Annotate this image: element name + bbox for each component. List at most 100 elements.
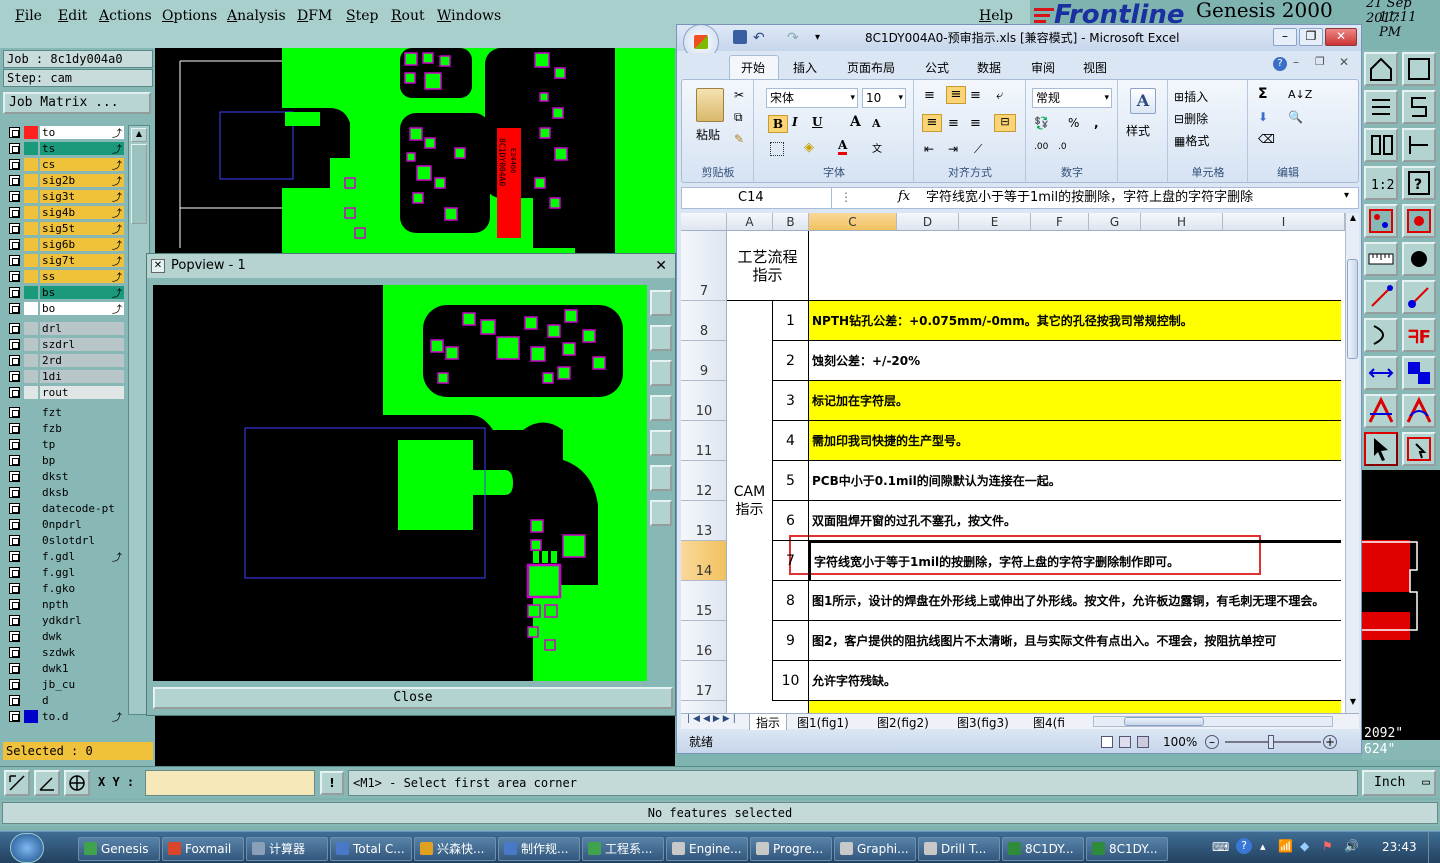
layer-color-swatch[interactable] — [24, 126, 38, 139]
layer-row-ts[interactable]: ts ⤴ — [6, 141, 126, 156]
phonetic-icon[interactable]: 文 — [872, 140, 882, 155]
increase-decimal-icon[interactable]: .00 — [1034, 142, 1048, 152]
menu-options[interactable]: Options — [162, 8, 217, 24]
orientation-icon[interactable]: ⟋ — [974, 142, 982, 157]
layer-row-fzt[interactable]: fzt — [6, 405, 126, 420]
layer-name[interactable]: f.ggl — [40, 566, 124, 579]
layer-color-swatch[interactable] — [24, 422, 38, 435]
layer-checkbox[interactable] — [9, 207, 20, 218]
ruler-icon[interactable] — [1364, 242, 1398, 276]
layer-checkbox[interactable] — [9, 191, 20, 202]
taskbar-button[interactable]: Engine... — [666, 837, 748, 861]
layer-checkbox[interactable] — [9, 647, 20, 658]
taskbar-button[interactable]: 制作规... — [498, 837, 580, 861]
layer-color-swatch[interactable] — [24, 338, 38, 351]
layer-color-swatch[interactable] — [24, 518, 38, 531]
layer-row-bs[interactable]: bs ⤴ — [6, 285, 126, 300]
tray-network-icon[interactable]: 📶 — [1278, 839, 1293, 853]
tab-home[interactable]: 开始 — [741, 59, 765, 76]
menu-actions[interactable]: Actions — [99, 8, 152, 24]
styles-icon[interactable]: A — [1130, 88, 1156, 114]
snap-select-icon[interactable] — [1402, 432, 1436, 466]
layer-name[interactable]: 0npdrl — [40, 518, 124, 531]
layer-name[interactable]: d — [40, 694, 124, 707]
select-all-corner[interactable] — [681, 213, 727, 231]
layer-color-swatch[interactable] — [24, 222, 38, 235]
row-header[interactable]: 16 — [681, 621, 727, 661]
restore-icon[interactable]: ❐ — [1299, 28, 1323, 46]
font-size-select[interactable]: 10 ▾ — [862, 88, 906, 108]
taskbar-button[interactable]: Total C... — [330, 837, 412, 861]
formula-input[interactable]: 字符线宽小于等于1mil的按删除，字符上盘的字符字删除 — [926, 188, 1342, 208]
name-box[interactable]: C14 — [682, 188, 832, 208]
tray-volume-icon[interactable]: 🔊 — [1344, 839, 1359, 853]
italic-icon[interactable]: I — [792, 115, 798, 129]
align-right-icon[interactable]: ≡ — [970, 116, 981, 131]
instruction-cell[interactable]: 图1所示，设计的焊盘在外形线上或伸出了外形线。按文件，允许板边露铜，有毛刺无理不… — [809, 581, 1341, 621]
row-header[interactable]: 11 — [681, 421, 727, 461]
item-number-cell[interactable]: 10 — [773, 661, 809, 701]
copy-feature-icon[interactable] — [1402, 356, 1436, 390]
column-header-i[interactable]: I — [1223, 213, 1345, 231]
undo-icon[interactable]: ↶ — [753, 25, 765, 51]
unit-select[interactable]: Inch ▭ — [1362, 770, 1436, 796]
layer-name[interactable]: datecode-pt — [40, 502, 124, 515]
zoom-in-icon[interactable]: + — [1323, 735, 1337, 749]
save-icon[interactable] — [733, 30, 747, 44]
layer-color-swatch[interactable] — [24, 470, 38, 483]
zoom-in-icon[interactable] — [650, 290, 672, 316]
layer-row-cs[interactable]: cs ⤴ — [6, 157, 126, 172]
normal-view-icon[interactable] — [1101, 736, 1113, 748]
taskbar-button[interactable]: 计算器 — [246, 837, 328, 861]
layer-color-swatch[interactable] — [24, 190, 38, 203]
ribbon-close-icon[interactable]: ✕ — [1339, 55, 1349, 69]
insert-cells-button[interactable]: ⊞插入 — [1174, 88, 1208, 105]
layer-checkbox[interactable] — [9, 271, 20, 282]
minimize-icon[interactable]: – — [1273, 28, 1297, 46]
horizontal-scroll-thumb[interactable] — [1124, 717, 1204, 726]
layer-row-dksb[interactable]: dksb — [6, 485, 126, 500]
row-header[interactable]: 18 — [681, 701, 727, 713]
layer-checkbox[interactable] — [9, 695, 20, 706]
paste-icon[interactable] — [696, 88, 724, 122]
layer-name[interactable]: szdrl — [40, 338, 124, 351]
layer-row-ydkdrl[interactable]: ydkdrl — [6, 613, 126, 628]
arc-tool-icon[interactable] — [1364, 318, 1398, 352]
layer-checkbox[interactable] — [9, 371, 20, 382]
surface-tool-icon[interactable] — [1364, 394, 1398, 428]
layer-checkbox[interactable] — [9, 239, 20, 250]
column-header-d[interactable]: D — [897, 213, 959, 231]
layer-row-f-ggl[interactable]: f.ggl — [6, 565, 126, 580]
layer-name[interactable]: tp — [40, 438, 124, 451]
polygon-tool-icon[interactable] — [1402, 394, 1436, 428]
fill-icon[interactable]: ⬇ — [1258, 110, 1268, 124]
zoom-out-icon[interactable] — [650, 325, 672, 351]
show-desktop-button[interactable] — [1428, 832, 1440, 863]
cut-icon[interactable]: ✂ — [734, 88, 744, 102]
alert-icon[interactable]: ! — [320, 771, 344, 795]
layer-checkbox[interactable] — [9, 679, 20, 690]
clear-icon[interactable]: ⌫ — [1258, 132, 1275, 146]
item-number-cell[interactable]: 4 — [773, 421, 809, 461]
layer-color-swatch[interactable] — [24, 238, 38, 251]
help-icon[interactable]: ? — [1273, 57, 1287, 71]
instruction-cell[interactable]: 允许字符残缺。 — [809, 661, 1341, 701]
scroll-up-arrow-icon[interactable]: ▲ — [1347, 213, 1359, 227]
layer-row-jb-cu[interactable]: jb_cu — [6, 677, 126, 692]
layer-checkbox[interactable] — [9, 583, 20, 594]
instruction-cell[interactable]: 需加印我司快捷的生产型号。 — [809, 421, 1341, 461]
worksheet-grid[interactable]: A B C D E F G H I 7 工艺流程指示 CAM指示 8 1 NPTH钻… — [681, 213, 1345, 713]
layer-color-swatch[interactable] — [24, 206, 38, 219]
layer-row-rout[interactable]: rout — [6, 385, 126, 400]
layer-name[interactable]: drl — [40, 322, 124, 335]
home-icon[interactable] — [1364, 52, 1398, 86]
format-cells-button[interactable]: ▦格式 — [1174, 132, 1209, 149]
borders-icon[interactable] — [770, 142, 784, 156]
layer-row-drl[interactable]: drl — [6, 321, 126, 336]
layer-color-swatch[interactable] — [24, 254, 38, 267]
taskbar-button[interactable]: 工程系... — [582, 837, 664, 861]
window-icon[interactable] — [1402, 52, 1436, 86]
layer-row-ss[interactable]: ss ⤴ — [6, 269, 126, 284]
layer-row-datecode-pt[interactable]: datecode-pt — [6, 501, 126, 516]
page-layout-view-icon[interactable] — [1119, 736, 1131, 748]
